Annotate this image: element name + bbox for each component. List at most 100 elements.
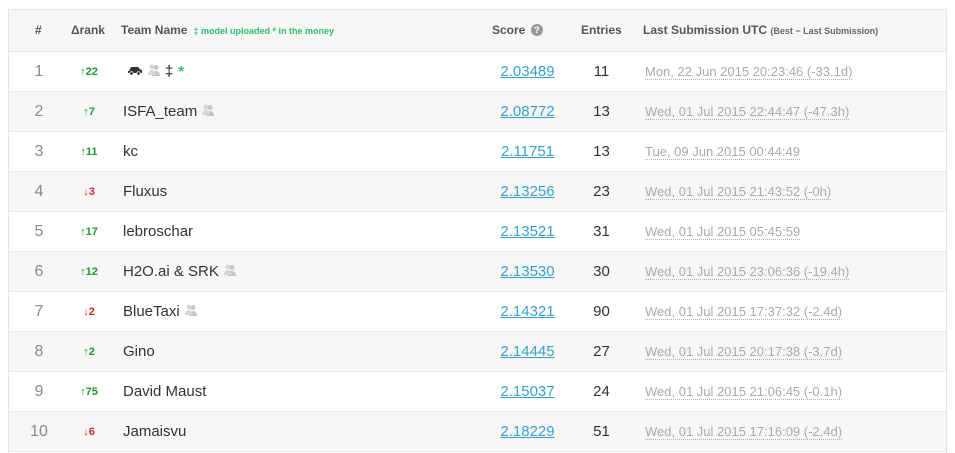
header-score-label: Score	[492, 23, 526, 37]
help-icon[interactable]: ?	[530, 24, 543, 36]
score-link[interactable]: 2.08772	[500, 103, 554, 120]
delta-rank: ↑22	[80, 66, 98, 78]
team-name-link[interactable]: David Maust	[123, 383, 206, 400]
score-link[interactable]: 2.13521	[500, 223, 554, 240]
table-row: 1 ↑22 ‡ * 2.03489 11 Mon, 22 Jun 2015 20:23:46…	[9, 52, 946, 92]
last-submission-cell: Wed, 01 Jul 2015 21:06:45 (-0.1h)	[645, 372, 843, 412]
delta-rank: ↑11	[80, 146, 98, 158]
score-link[interactable]: 2.15037	[500, 383, 554, 400]
last-submission: Mon, 22 Jun 2015 20:23:46 (-33.1d)	[645, 64, 853, 80]
team-cell: Fluxus	[123, 172, 167, 212]
delta-rank: ↑2	[83, 346, 95, 358]
table-row: 3 ↑11 kc 2.11751 13 Tue, 09 Jun 2015 00:44:49	[9, 132, 946, 172]
leaderboard-table: # Δrank Team Name ‡ model uploaded * in t…	[8, 9, 947, 453]
delta-rank: ↑75	[80, 386, 98, 398]
header-last-label: Last Submission UTC	[643, 23, 768, 37]
entries: 13	[593, 143, 610, 160]
last-submission: Tue, 09 Jun 2015 00:44:49	[645, 144, 800, 160]
last-submission: Wed, 01 Jul 2015 22:44:47 (-47.3h)	[645, 104, 850, 120]
rank: 9	[34, 383, 44, 400]
table-row: 9 ↑75 David Maust 2.15037 24 Wed, 01 Jul 2015…	[9, 372, 946, 412]
team-name-link[interactable]: Jamaisvu	[123, 423, 186, 440]
team-name-link[interactable]: lebroschar	[123, 223, 193, 240]
user-group-icon	[184, 292, 198, 332]
delta-rank: ↑12	[80, 266, 98, 278]
table-row: 6 ↑12 H2O.ai & SRK 2.13530 30 Wed, 01 Jul 201…	[9, 252, 946, 292]
team-cell: Jamaisvu	[123, 412, 186, 452]
rank: 8	[34, 343, 44, 360]
team-cell: lebroschar	[123, 212, 193, 252]
delta-rank: ↓6	[83, 426, 95, 438]
team-name-link[interactable]: Fluxus	[123, 183, 167, 200]
team-cell: BlueTaxi	[123, 292, 198, 332]
entries: 11	[593, 63, 610, 80]
score-link[interactable]: 2.11751	[501, 143, 554, 160]
last-submission: Wed, 01 Jul 2015 23:06:36 (-19.4h)	[645, 264, 850, 280]
table-row: 10 ↓6 Jamaisvu 2.18229 51 Wed, 01 Jul 2015 17…	[9, 412, 946, 452]
last-submission-cell: Wed, 01 Jul 2015 20:17:38 (-3.7d)	[645, 332, 843, 372]
rank: 6	[34, 263, 44, 280]
last-submission-cell: Wed, 01 Jul 2015 22:44:47 (-47.3h)	[645, 92, 850, 132]
header-last-submission: Last Submission UTC (Best − Last Submiss…	[643, 10, 878, 51]
entries: 31	[593, 223, 610, 240]
last-submission-cell: Wed, 01 Jul 2015 23:06:36 (-19.4h)	[645, 252, 850, 292]
entries: 30	[593, 263, 610, 280]
car-icon	[127, 52, 143, 92]
last-submission: Wed, 01 Jul 2015 20:17:38 (-3.7d)	[645, 344, 843, 360]
rank: 10	[30, 423, 48, 440]
score-link[interactable]: 2.13256	[500, 183, 554, 200]
table-row: 4 ↓3 Fluxus 2.13256 23 Wed, 01 Jul 2015 21:43…	[9, 172, 946, 212]
score-link[interactable]: 2.03489	[500, 63, 554, 80]
entries: 23	[593, 183, 610, 200]
rank: 4	[34, 183, 44, 200]
delta-rank: ↑17	[80, 226, 98, 238]
header-team-label: Team Name	[121, 23, 188, 37]
last-submission-cell: Wed, 01 Jul 2015 17:16:09 (-2.4d)	[645, 412, 843, 452]
entries: 24	[593, 383, 610, 400]
score-link[interactable]: 2.13530	[500, 263, 554, 280]
last-submission: Wed, 01 Jul 2015 17:37:32 (-2.4d)	[645, 304, 843, 320]
user-group-icon	[147, 52, 161, 92]
table-row: 8 ↑2 Gino 2.14445 27 Wed, 01 Jul 2015 20:17:3…	[9, 332, 946, 372]
entries: 13	[593, 103, 610, 120]
header-rank: #	[35, 23, 42, 37]
delta-rank: ↑7	[83, 106, 95, 118]
last-submission: Wed, 01 Jul 2015 21:06:45 (-0.1h)	[645, 384, 843, 400]
model-uploaded-marker: ‡	[165, 63, 174, 80]
rank: 7	[34, 303, 44, 320]
last-submission-cell: Mon, 22 Jun 2015 20:23:46 (-33.1d)	[645, 52, 853, 92]
last-submission: Wed, 01 Jul 2015 05:45:59	[645, 224, 801, 240]
delta-rank: ↓2	[83, 306, 95, 318]
team-cell: ‡ *	[123, 52, 184, 92]
team-name-link[interactable]: H2O.ai & SRK	[123, 263, 219, 280]
table-row: 7 ↓2 BlueTaxi 2.14321 90 Wed, 01 Jul 2015 17:…	[9, 292, 946, 332]
last-submission-cell: Wed, 01 Jul 2015 05:45:59	[645, 212, 801, 252]
team-name-link[interactable]: Gino	[123, 343, 155, 360]
header-last-sub: (Best − Last Submission)	[770, 26, 879, 36]
rank: 1	[34, 63, 44, 80]
team-name-link[interactable]: kc	[123, 143, 138, 160]
table-header: # Δrank Team Name ‡ model uploaded * in t…	[9, 10, 946, 52]
score-link[interactable]: 2.18229	[500, 423, 554, 440]
user-group-icon	[201, 92, 215, 132]
score-link[interactable]: 2.14321	[500, 303, 554, 320]
team-cell: kc	[123, 132, 138, 172]
score-link[interactable]: 2.14445	[500, 343, 554, 360]
rank: 5	[34, 223, 44, 240]
team-cell: H2O.ai & SRK	[123, 252, 237, 292]
entries: 51	[593, 423, 610, 440]
in-the-money-marker: *	[178, 63, 185, 80]
header-delta-rank: Δrank	[71, 23, 105, 37]
last-submission: Wed, 01 Jul 2015 17:16:09 (-2.4d)	[645, 424, 843, 440]
entries: 27	[593, 343, 610, 360]
delta-rank: ↓3	[83, 186, 95, 198]
last-submission: Wed, 01 Jul 2015 21:43:52 (-0h)	[645, 184, 832, 200]
team-cell: Gino	[123, 332, 155, 372]
team-name-link[interactable]: ISFA_team	[123, 103, 197, 120]
entries: 90	[593, 303, 610, 320]
header-score: Score ?	[492, 10, 543, 51]
table-row: 2 ↑7 ISFA_team 2.08772 13 Wed, 01 Jul 2015 22…	[9, 92, 946, 132]
team-name-link[interactable]: BlueTaxi	[123, 303, 180, 320]
user-group-icon	[223, 252, 237, 292]
table-body: 1 ↑22 ‡ * 2.03489 11 Mon, 22 Jun 2015 20:23:46…	[9, 52, 946, 452]
